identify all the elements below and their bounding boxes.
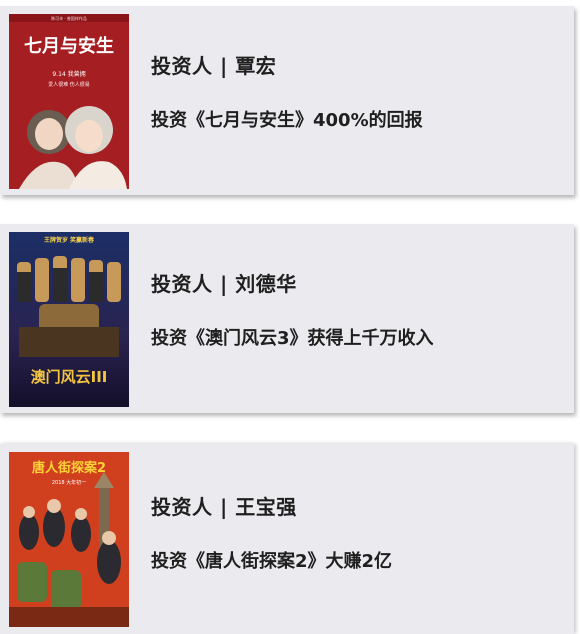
movie-poster-aomen-fengyun-3: 王牌贺岁 笑赢新春 澳门风云III (9, 232, 129, 407)
poster-tagline: 王牌贺岁 笑赢新春 (44, 236, 95, 244)
poster-title: 澳门风云III (31, 368, 108, 386)
poster-image: 唐人街探案2 2018 大年初一 (9, 452, 129, 627)
poster-credits: 陈可辛 · 曾国祥作品 (51, 15, 87, 21)
investment-detail: 投资《澳门风云3》获得上千万收入 (151, 328, 434, 349)
movie-poster-tangrenjie-tanan-2: 唐人街探案2 2018 大年初一 (9, 452, 129, 627)
investment-card-2[interactable]: 王牌贺岁 笑赢新春 澳门风云III 投资人 | 刘德华 投资《澳门风云3》获得上… (0, 224, 574, 413)
investor-name: 投资人 | 王宝强 (151, 495, 297, 519)
investor-name: 投资人 | 刘德华 (151, 272, 297, 296)
poster-date: 9.14 我曾拥 (52, 70, 85, 78)
poster-image: 王牌贺岁 笑赢新春 澳门风云III (9, 232, 129, 407)
poster-title: 唐人街探案2 (32, 460, 106, 476)
poster-date: 2018 大年初一 (52, 479, 86, 486)
investment-card-3[interactable]: 唐人街探案2 2018 大年初一 投资人 | 王宝强 投资《唐人街探案2》大赚2… (0, 444, 574, 634)
movie-poster-qiyue-yu-ansheng: 陈可辛 · 曾国祥作品 七月与安生 9.14 我曾拥 爱人很难 伤人很易 (9, 14, 129, 189)
poster-image: 陈可辛 · 曾国祥作品 七月与安生 9.14 我曾拥 爱人很难 伤人很易 (9, 14, 129, 189)
investment-detail: 投资《唐人街探案2》大赚2亿 (151, 551, 393, 572)
poster-tagline: 爱人很难 伤人很易 (48, 81, 90, 88)
investor-name: 投资人 | 覃宏 (151, 54, 277, 78)
poster-title: 七月与安生 (24, 35, 114, 57)
investment-card-1[interactable]: 陈可辛 · 曾国祥作品 七月与安生 9.14 我曾拥 爱人很难 伤人很易 投资人… (0, 6, 574, 195)
investment-detail: 投资《七月与安生》400%的回报 (151, 110, 423, 131)
